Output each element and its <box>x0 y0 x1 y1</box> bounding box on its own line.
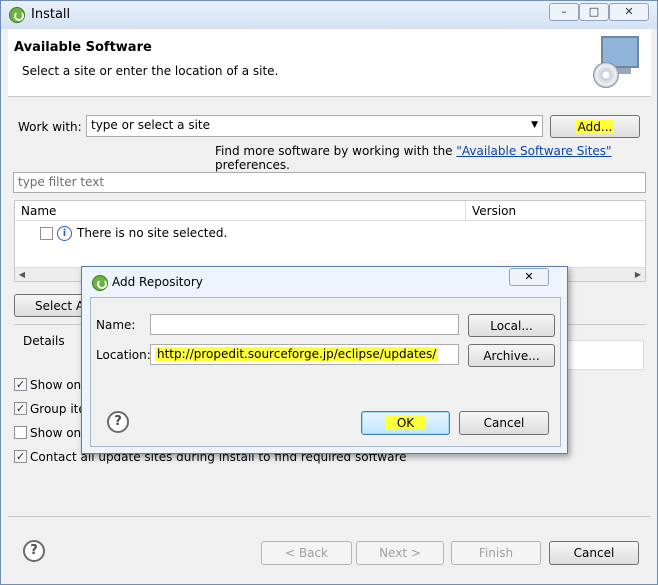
minimize-icon[interactable]: – <box>549 3 579 21</box>
column-header-version[interactable]: Version <box>466 201 645 221</box>
scroll-right-icon[interactable]: ▶ <box>631 268 645 282</box>
option-label: Show onl <box>30 426 85 440</box>
filter-input[interactable]: type filter text <box>13 172 646 193</box>
add-site-button[interactable]: Add... <box>550 115 640 138</box>
page-subtitle: Select a site or enter the location of a… <box>22 64 279 78</box>
spring-app-icon <box>9 7 25 23</box>
install-window: Install – □ ✕ Available Software Select … <box>0 0 658 585</box>
option-label: Show onl <box>30 378 85 392</box>
dialog-title-bar[interactable]: Add Repository ✕ <box>90 267 561 297</box>
no-site-message: There is no site selected. <box>77 226 228 240</box>
window-title: Install <box>31 7 71 22</box>
back-button[interactable]: < Back <box>261 541 352 565</box>
close-icon[interactable]: ✕ <box>509 268 549 286</box>
dialog-body: Name: Local... Location: http://propedit… <box>90 297 561 447</box>
title-bar[interactable]: Install – □ ✕ <box>1 1 657 29</box>
location-field[interactable]: http://propedit.sourceforge.jp/eclipse/u… <box>150 344 459 365</box>
page-title: Available Software <box>14 40 152 55</box>
dialog-title: Add Repository <box>112 275 203 289</box>
scroll-left-icon[interactable]: ◀ <box>15 268 29 282</box>
option-checkbox[interactable] <box>14 426 27 439</box>
archive-button[interactable]: Archive... <box>468 344 555 367</box>
next-button[interactable]: Next > <box>356 541 444 565</box>
location-value: http://propedit.sourceforge.jp/eclipse/u… <box>155 347 439 361</box>
ok-button-label: OK <box>384 416 427 430</box>
add-repository-dialog: Add Repository ✕ Name: Local... Location… <box>81 266 568 454</box>
filter-placeholder: type filter text <box>18 175 105 189</box>
work-with-value: type or select a site <box>91 118 211 132</box>
wizard-header: Available Software Select a site or ente… <box>8 29 651 97</box>
cancel-button[interactable]: Cancel <box>549 541 639 565</box>
finish-button[interactable]: Finish <box>451 541 541 565</box>
row-checkbox[interactable] <box>40 227 53 240</box>
name-field[interactable] <box>150 314 459 335</box>
help-icon[interactable]: ? <box>23 540 45 562</box>
monitor-cd-icon <box>593 36 639 88</box>
maximize-icon[interactable]: □ <box>579 3 609 21</box>
name-label: Name: <box>96 318 136 332</box>
option-checkbox[interactable]: ✓ <box>14 378 27 391</box>
find-more-text: Find more software by working with the "… <box>215 144 612 172</box>
dialog-cancel-button[interactable]: Cancel <box>459 411 549 435</box>
spring-app-icon <box>92 275 108 291</box>
close-icon[interactable]: ✕ <box>609 3 649 21</box>
location-label: Location: <box>96 348 151 362</box>
footer-divider <box>8 516 651 517</box>
add-button-label: Add... <box>575 119 615 134</box>
option-checkbox[interactable]: ✓ <box>14 450 27 463</box>
available-software-sites-link[interactable]: "Available Software Sites" <box>456 144 611 158</box>
ok-button[interactable]: OK <box>361 411 450 435</box>
work-with-label: Work with: <box>18 120 82 134</box>
details-label: Details <box>23 334 65 348</box>
work-with-combo[interactable]: type or select a site ▼ <box>86 115 543 137</box>
column-header-name[interactable]: Name <box>15 201 466 221</box>
local-button[interactable]: Local... <box>468 314 555 337</box>
option-checkbox[interactable]: ✓ <box>14 402 27 415</box>
info-icon: i <box>57 226 72 241</box>
help-icon[interactable]: ? <box>107 411 129 433</box>
chevron-down-icon[interactable]: ▼ <box>531 120 538 130</box>
